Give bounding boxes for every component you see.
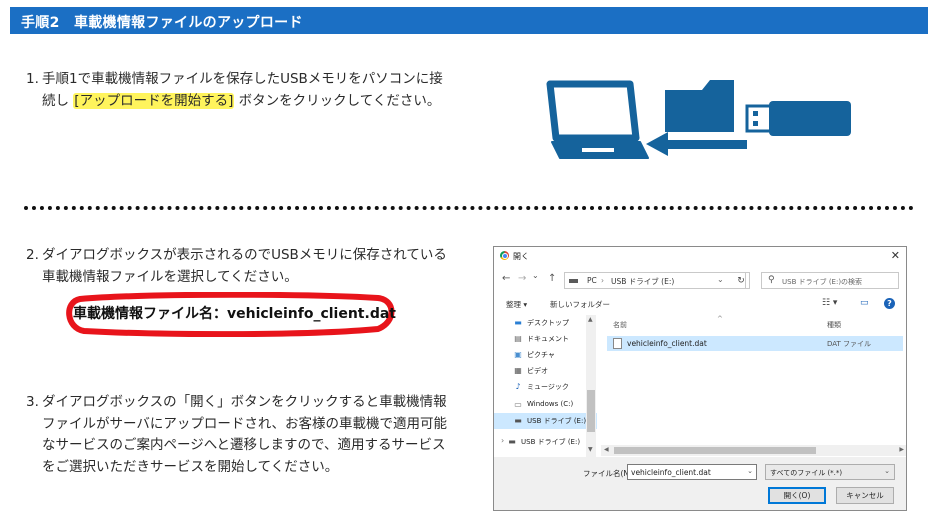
- instruction-step-2: 2. ダイアログボックスが表示されるのでUSBメモリに保存されている 車載機情報…: [26, 245, 486, 289]
- scroll-right-icon[interactable]: ▶: [899, 446, 904, 453]
- scrollbar-thumb[interactable]: [614, 447, 816, 454]
- new-folder-button[interactable]: 新しいフォルダー: [550, 299, 610, 310]
- tree-item-windows-c[interactable]: ▭ Windows (C:): [494, 397, 597, 413]
- tree-item-videos[interactable]: ▦ ビデオ: [494, 363, 597, 379]
- file-list: ^ 名前 種類 vehicleinfo_client.dat DAT ファイル: [601, 315, 906, 455]
- up-arrow-icon[interactable]: ↑: [548, 273, 556, 284]
- breadcrumb-pc[interactable]: PC: [587, 276, 597, 285]
- usb-upload-illustration: [546, 80, 851, 159]
- instruction-step-3: 3. ダイアログボックスの「開く」ボタンをクリックすると車載機情報 ファイルがサ…: [26, 392, 486, 480]
- section-divider: [24, 206, 914, 210]
- dialog-navbar: ← → ⌄ ↑ PC › USB ドライブ (E:) ⌄ ↻ ⚲ USB ドライ…: [494, 269, 906, 291]
- column-header-name[interactable]: 名前: [613, 320, 627, 330]
- chevron-down-icon[interactable]: ⌄: [747, 467, 753, 475]
- videos-icon: ▦: [514, 366, 522, 375]
- address-bar[interactable]: PC › USB ドライブ (E:) ⌄: [564, 272, 746, 289]
- music-icon: ♪: [515, 382, 521, 391]
- navigation-pane: ▬ デスクトップ ▤ ドキュメント ▣ ピクチャ ▦ ビデオ ♪ ミュージック …: [494, 315, 597, 457]
- usb-drive-icon: ▬: [514, 416, 522, 425]
- scroll-up-icon[interactable]: ▲: [588, 316, 593, 323]
- refresh-icon[interactable]: ↻: [733, 272, 750, 289]
- tree-scrollbar[interactable]: ▲ ▼: [586, 315, 596, 457]
- dialog-titlebar: 開く ✕: [494, 247, 906, 265]
- address-dropdown-icon[interactable]: ⌄: [717, 275, 724, 284]
- help-icon[interactable]: ?: [884, 298, 895, 309]
- dialog-toolbar: 整理 ▾ 新しいフォルダー ☷ ▾ ▭ ?: [494, 295, 906, 313]
- step-number: 1.: [26, 71, 39, 87]
- expand-chevron-icon[interactable]: ›: [501, 436, 504, 445]
- step-title: 手順2 車載機情報ファイルのアップロード: [21, 15, 303, 31]
- scroll-left-icon[interactable]: ◀: [604, 446, 609, 453]
- upload-start-highlight: [アップロードを開始する]: [73, 92, 235, 109]
- view-options-icon[interactable]: ☷ ▾: [822, 298, 837, 308]
- file-icon: [613, 338, 622, 349]
- filename-input[interactable]: vehicleinfo_client.dat ⌄: [627, 464, 757, 480]
- file-name: vehicleinfo_client.dat: [627, 339, 707, 348]
- forward-arrow-icon[interactable]: →: [518, 273, 526, 284]
- filename-note: 車載機情報ファイル名：vehicleinfo_client.dat: [73, 306, 396, 322]
- file-open-dialog: 開く ✕ ← → ⌄ ↑ PC › USB ドライブ (E:) ⌄ ↻ ⚲ US…: [493, 246, 907, 511]
- scroll-down-icon[interactable]: ▼: [588, 446, 593, 453]
- search-input[interactable]: ⚲ USB ドライブ (E:)の検索: [761, 272, 899, 289]
- breadcrumb-usb-drive[interactable]: USB ドライブ (E:): [611, 276, 674, 287]
- tree-item-pictures[interactable]: ▣ ピクチャ: [494, 347, 597, 363]
- folder-icon: [665, 80, 734, 132]
- laptop-icon: [546, 80, 649, 159]
- file-row[interactable]: vehicleinfo_client.dat DAT ファイル: [607, 336, 903, 351]
- chevron-down-icon[interactable]: ⌄: [884, 467, 890, 475]
- close-icon[interactable]: ✕: [891, 249, 900, 262]
- usb-icon: [745, 101, 851, 136]
- tree-item-usb-drive-root[interactable]: › ▬ USB ドライブ (E:): [494, 434, 597, 450]
- breadcrumb-separator: ›: [601, 276, 604, 285]
- file-type: DAT ファイル: [827, 340, 872, 348]
- preview-pane-icon[interactable]: ▭: [860, 298, 869, 308]
- pictures-icon: ▣: [514, 350, 522, 359]
- instruction-text: 手順1で車載機情報ファイルを保存したUSBメモリをパソコンに接 続し [アップロ…: [42, 71, 443, 109]
- organize-button[interactable]: 整理 ▾: [506, 299, 527, 310]
- dialog-footer: ファイル名(N): vehicleinfo_client.dat ⌄ すべてのフ…: [494, 457, 906, 510]
- open-button[interactable]: 開く(O): [768, 487, 826, 504]
- cancel-button[interactable]: キャンセル: [836, 487, 894, 504]
- search-placeholder: USB ドライブ (E:)の検索: [782, 278, 863, 286]
- tree-item-desktop[interactable]: ▬ デスクトップ: [494, 315, 597, 331]
- file-list-scrollbar[interactable]: ◀ ▶: [601, 445, 906, 456]
- usb-drive-icon: ▬: [508, 437, 516, 446]
- sort-indicator-icon: ^: [717, 315, 723, 323]
- arrow-left-icon: [646, 132, 747, 156]
- desktop-icon: ▬: [514, 318, 522, 327]
- history-chevron-icon[interactable]: ⌄: [532, 271, 539, 280]
- filetype-select[interactable]: すべてのファイル (*.*) ⌄: [765, 464, 895, 480]
- chrome-icon: [500, 251, 509, 260]
- drive-c-icon: ▭: [514, 400, 522, 409]
- scrollbar-thumb[interactable]: [587, 390, 595, 432]
- instruction-text: ダイアログボックスが表示されるのでUSBメモリに保存されている 車載機情報ファイ…: [42, 247, 447, 285]
- drive-icon: [569, 279, 578, 283]
- step-header: 手順2 車載機情報ファイルのアップロード: [10, 7, 928, 34]
- column-header-type[interactable]: 種類: [827, 320, 841, 330]
- instruction-step-1: 1. 手順1で車載機情報ファイルを保存したUSBメモリをパソコンに接 続し [ア…: [26, 69, 496, 113]
- documents-icon: ▤: [514, 334, 522, 343]
- tree-item-usb-drive[interactable]: ▬ USB ドライブ (E:): [494, 413, 597, 429]
- search-icon: ⚲: [768, 275, 775, 285]
- dialog-title: 開く: [513, 252, 529, 261]
- tree-item-music[interactable]: ♪ ミュージック: [494, 379, 597, 395]
- tree-item-documents[interactable]: ▤ ドキュメント: [494, 331, 597, 347]
- step-number: 2.: [26, 247, 39, 263]
- step-number: 3.: [26, 394, 39, 410]
- instruction-text: ダイアログボックスの「開く」ボタンをクリックすると車載機情報 ファイルがサーバに…: [42, 394, 447, 475]
- back-arrow-icon[interactable]: ←: [502, 273, 510, 284]
